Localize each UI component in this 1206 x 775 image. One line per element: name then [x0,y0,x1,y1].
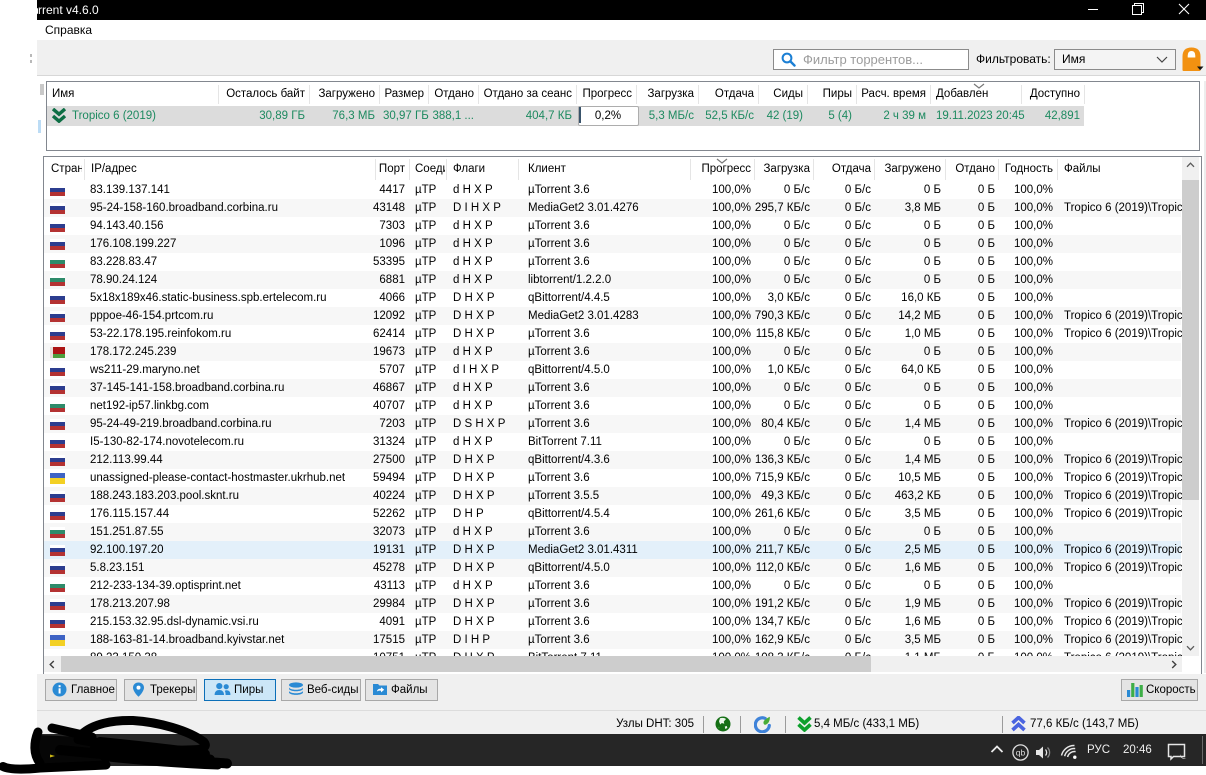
svg-text:qb: qb [1016,748,1026,758]
